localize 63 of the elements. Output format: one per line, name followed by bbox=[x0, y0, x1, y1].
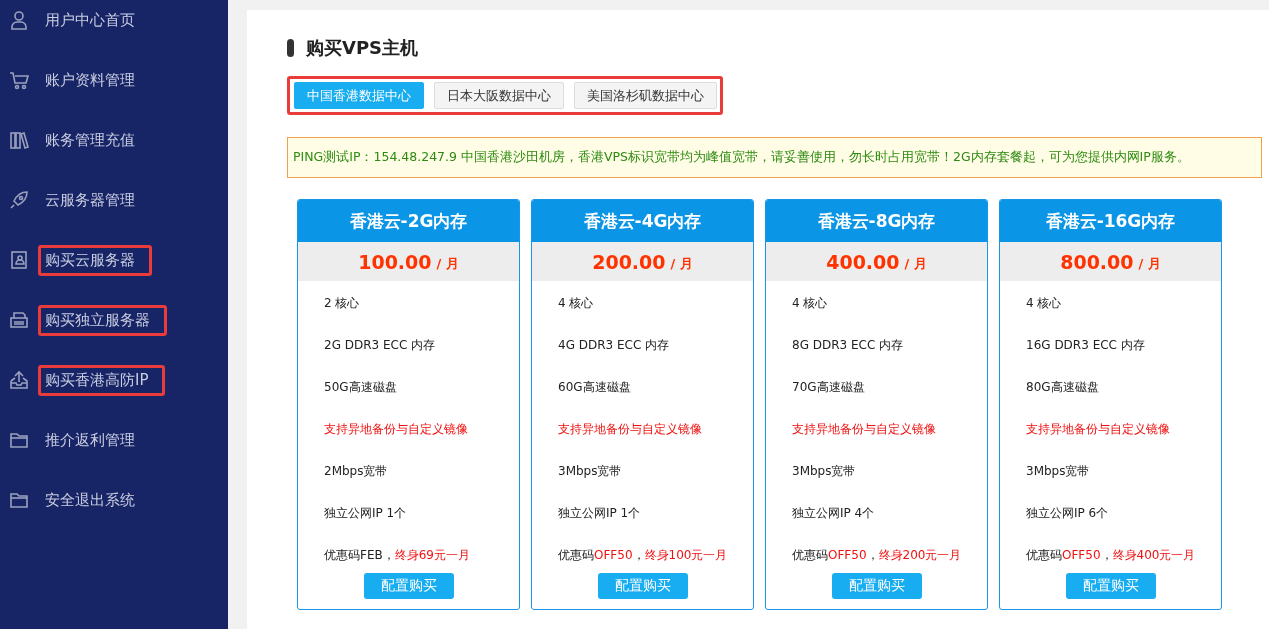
feature-text: 70G高速磁盘 bbox=[792, 379, 866, 395]
books-icon bbox=[9, 130, 29, 150]
plan-name: 香港云-4G内存 bbox=[532, 200, 753, 242]
feature-text: 独立公网IP 1个 bbox=[324, 505, 408, 521]
sidebar-link[interactable]: 推介返利管理 bbox=[38, 424, 142, 456]
feature-text: 优惠码OFF50，终身400元一月 bbox=[1026, 547, 1197, 563]
price: 400.00 bbox=[826, 250, 900, 273]
feature-text: 独立公网IP 4个 bbox=[792, 505, 876, 521]
feature-text: 独立公网IP 1个 bbox=[558, 505, 642, 521]
plan-name: 香港云-16G内存 bbox=[1000, 200, 1221, 242]
feature-text: 16G DDR3 ECC 内存 bbox=[1026, 337, 1146, 353]
feature-text: 2G DDR3 ECC 内存 bbox=[324, 337, 437, 353]
feature-text: 2 核心 bbox=[324, 295, 361, 311]
folder-icon bbox=[9, 430, 29, 450]
feature-text: 4G DDR3 ECC 内存 bbox=[558, 337, 671, 353]
price-unit: / 月 bbox=[1138, 255, 1161, 273]
feature-text: 优惠码OFF50，终身100元一月 bbox=[558, 547, 729, 563]
contacts-icon bbox=[9, 250, 29, 270]
feature-text: 支持异地备份与自定义镜像 bbox=[324, 421, 469, 437]
sidebar-link[interactable]: 购买香港高防IP bbox=[38, 364, 166, 396]
price: 100.00 bbox=[358, 250, 432, 273]
price-unit: / 月 bbox=[436, 255, 459, 273]
feature-text: 3Mbps宽带 bbox=[1026, 463, 1091, 479]
feature-text: 支持异地备份与自定义镜像 bbox=[792, 421, 937, 437]
tab[interactable]: 美国洛杉矶数据中心 bbox=[574, 82, 717, 109]
sidebar-link[interactable]: 账务管理充值 bbox=[38, 124, 142, 156]
tab[interactable]: 日本大阪数据中心 bbox=[434, 82, 564, 109]
feature-text: 8G DDR3 ECC 内存 bbox=[792, 337, 905, 353]
title-marker bbox=[287, 39, 294, 57]
plan-name: 香港云-2G内存 bbox=[298, 200, 519, 242]
feature-text: 优惠码OFF50，终身200元一月 bbox=[792, 547, 963, 563]
feature-text: 80G高速磁盘 bbox=[1026, 379, 1100, 395]
user-icon bbox=[9, 10, 29, 30]
feature-text: 支持异地备份与自定义镜像 bbox=[1026, 421, 1171, 437]
sidebar-link[interactable]: 购买独立服务器 bbox=[38, 304, 167, 336]
price-unit: / 月 bbox=[904, 255, 927, 273]
feature-text: 支持异地备份与自定义镜像 bbox=[558, 421, 703, 437]
sidebar-link[interactable]: 购买云服务器 bbox=[38, 244, 152, 276]
notice-text: PING测试IP：154.48.247.9 中国香港沙田机房，香港VPS标识宽带均为峰值宽带，请妥善使用，勿长时占用宽带！2G内存套餐起，可为您提供内网IP服务。 bbox=[287, 137, 1262, 178]
folder-icon bbox=[9, 490, 29, 510]
feature-text: 50G高速磁盘 bbox=[324, 379, 398, 395]
feature-text: 独立公网IP 6个 bbox=[1026, 505, 1110, 521]
feature-text: 3Mbps宽带 bbox=[558, 463, 623, 479]
page-title: 购买VPS主机 bbox=[306, 36, 419, 60]
feature-text: 4 核心 bbox=[558, 295, 595, 311]
upload-icon bbox=[9, 370, 29, 390]
feature-text: 3Mbps宽带 bbox=[792, 463, 857, 479]
feature-text: 2Mbps宽带 bbox=[324, 463, 389, 479]
price: 800.00 bbox=[1060, 250, 1134, 273]
plan-name: 香港云-8G内存 bbox=[766, 200, 987, 242]
feature-text: 优惠码FEB，终身69元一月 bbox=[324, 547, 471, 563]
sidebar-link[interactable]: 账户资料管理 bbox=[38, 64, 142, 96]
price-unit: / 月 bbox=[670, 255, 693, 273]
rocket-icon bbox=[9, 190, 29, 210]
sidebar-link[interactable]: 云服务器管理 bbox=[38, 184, 142, 216]
price: 200.00 bbox=[592, 250, 666, 273]
feature-text: 4 核心 bbox=[1026, 295, 1063, 311]
feature-text: 60G高速磁盘 bbox=[558, 379, 632, 395]
feature-text: 4 核心 bbox=[792, 295, 829, 311]
printer-icon bbox=[9, 310, 29, 330]
sidebar-link[interactable]: 安全退出系统 bbox=[38, 484, 142, 516]
cart-icon bbox=[9, 70, 29, 90]
sidebar-link[interactable]: 用户中心首页 bbox=[38, 4, 142, 36]
